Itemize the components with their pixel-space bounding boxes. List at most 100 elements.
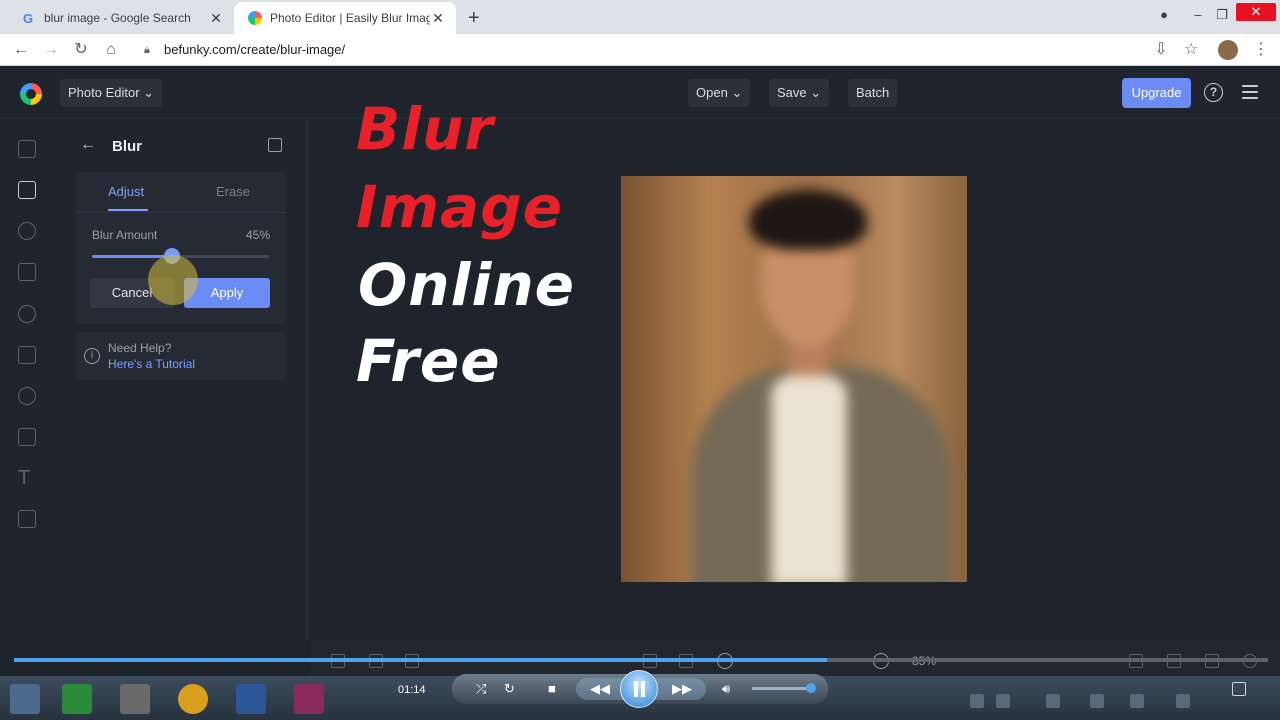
text-icon[interactable]: T	[18, 468, 36, 488]
volume-thumb[interactable]	[806, 683, 816, 693]
help-card: i Need Help? Here's a Tutorial	[76, 332, 286, 380]
word-icon[interactable]	[236, 684, 266, 714]
effects-icon[interactable]	[18, 263, 36, 281]
excel-icon[interactable]	[62, 684, 92, 714]
tab-google-search[interactable]: G blur image - Google Search ✕	[8, 2, 234, 34]
volume-icon[interactable]: 🔊︎	[722, 681, 730, 697]
eye-icon[interactable]	[18, 222, 36, 240]
play-pause-icon[interactable]	[620, 670, 658, 708]
tab-title: Photo Editor | Easily Blur Images	[270, 11, 430, 25]
video-time: 01:14	[398, 684, 426, 696]
overlay-line-blur: Blur	[356, 95, 494, 163]
home-icon[interactable]: ⌂	[100, 39, 122, 61]
new-tab-button[interactable]: +	[468, 7, 480, 30]
upgrade-button[interactable]: Upgrade	[1122, 78, 1191, 108]
open-button[interactable]: Open ⌄	[688, 79, 751, 107]
tab-erase[interactable]: Erase	[216, 184, 250, 199]
image-tool-icon[interactable]	[18, 140, 36, 158]
photo-content	[621, 176, 967, 582]
chrome-icon[interactable]	[178, 684, 208, 714]
befunky-logo[interactable]	[20, 83, 42, 105]
batch-button[interactable]: Batch	[848, 79, 898, 107]
video-progress-bar[interactable]	[14, 658, 1268, 662]
save-label: Save	[777, 85, 807, 100]
avatar[interactable]	[1218, 40, 1238, 60]
video-progress-fill	[14, 658, 827, 662]
window-close-button[interactable]: ✕	[1236, 3, 1276, 21]
chevron-down-icon: ⌄	[143, 85, 155, 100]
overlay-line-free: Free	[356, 327, 501, 395]
media-controls: ⤮ ↻ ■ ◀◀ ▶▶ 🔊︎	[452, 670, 828, 708]
back-arrow-icon[interactable]: ←	[10, 39, 32, 61]
tray-icon[interactable]	[1130, 694, 1144, 708]
close-icon[interactable]: ✕	[208, 10, 224, 27]
overlay-icon[interactable]	[18, 428, 36, 446]
volume-slider[interactable]	[752, 687, 814, 690]
cursor-highlight	[148, 255, 198, 305]
close-icon[interactable]: ✕	[430, 10, 446, 27]
texture-icon[interactable]	[18, 510, 36, 528]
start-button[interactable]	[10, 684, 40, 714]
photo-editor-menu[interactable]: Photo Editor ⌄	[60, 79, 163, 107]
reload-icon[interactable]: ↻	[70, 39, 92, 61]
batch-label: Batch	[856, 85, 890, 100]
stop-icon[interactable]: ■	[548, 681, 556, 696]
maximize-button[interactable]: ❐	[1204, 2, 1240, 30]
tray-icon[interactable]	[996, 694, 1010, 708]
app-header: Photo Editor ⌄ Open ⌄ Save ⌄ Batch Upgra…	[0, 67, 1280, 119]
photo-editor-label: Photo Editor	[68, 85, 140, 100]
address-bar: ← → ↻ ⌂ 🔒︎ befunky.com/create/blur-image…	[0, 34, 1280, 66]
media-app-icon[interactable]	[294, 684, 324, 714]
show-desktop-icon[interactable]	[1232, 682, 1246, 696]
svg-text:G: G	[23, 11, 33, 25]
url-text: befunky.com/create/blur-image/	[164, 42, 346, 57]
forward-arrow-icon[interactable]: →	[40, 39, 62, 61]
google-icon: G	[23, 11, 33, 25]
help-icon[interactable]: ?	[1204, 83, 1223, 102]
rewind-icon[interactable]: ◀◀	[590, 681, 610, 697]
tool-rail: T	[0, 120, 56, 640]
tab-adjust[interactable]: Adjust	[108, 184, 144, 199]
star-icon[interactable]: ☆	[1180, 39, 1202, 61]
paint-icon[interactable]	[120, 684, 150, 714]
edit-sliders-icon[interactable]	[18, 181, 36, 199]
info-icon: i	[84, 348, 100, 364]
screen: G blur image - Google Search ✕ Photo Edi…	[0, 0, 1280, 720]
graphics-icon[interactable]	[18, 387, 36, 405]
tab-photo-editor[interactable]: Photo Editor | Easily Blur Images ✕	[234, 2, 456, 34]
tray-icon[interactable]	[1046, 694, 1060, 708]
active-tab-indicator	[108, 209, 148, 211]
open-label: Open	[696, 85, 728, 100]
network-icon[interactable]	[1176, 694, 1190, 708]
back-arrow-icon[interactable]: ←	[80, 136, 96, 154]
overlay-line-image: Image	[356, 173, 564, 241]
palette-icon[interactable]	[18, 305, 36, 323]
help-question: Need Help?	[108, 341, 172, 355]
profile-icon[interactable]: ●	[1146, 2, 1182, 30]
kebab-menu-icon[interactable]: ⋮	[1250, 39, 1272, 61]
url-field[interactable]: 🔒︎ befunky.com/create/blur-image/	[132, 38, 1172, 62]
hamburger-menu-icon[interactable]	[1242, 85, 1258, 99]
frame-icon[interactable]	[18, 346, 36, 364]
overlay-line-online: Online	[358, 251, 575, 319]
tutorial-link[interactable]: Here's a Tutorial	[108, 357, 195, 371]
divider	[76, 212, 286, 213]
browser-tab-bar: G blur image - Google Search ✕ Photo Edi…	[0, 0, 1280, 34]
tray-icon[interactable]	[1090, 694, 1104, 708]
chevron-down-icon: ⌄	[810, 85, 822, 100]
fast-forward-icon[interactable]: ▶▶	[672, 681, 692, 697]
panel-title: Blur	[112, 138, 142, 155]
tab-title: blur image - Google Search	[44, 11, 191, 25]
blur-panel: ← Blur Adjust Erase Blur Amount 45% Canc…	[56, 120, 308, 640]
save-button[interactable]: Save ⌄	[769, 79, 830, 107]
slider-label: Blur Amount	[92, 228, 158, 242]
help-tray-icon[interactable]	[970, 694, 984, 708]
lock-icon: 🔒︎	[144, 44, 150, 56]
repeat-icon[interactable]: ↻	[504, 681, 515, 697]
shuffle-icon[interactable]: ⤮	[476, 681, 486, 697]
chevron-down-icon: ⌄	[731, 85, 743, 100]
copy-icon[interactable]	[268, 138, 282, 152]
slider-value: 45%	[245, 228, 270, 242]
blurred-photo[interactable]	[621, 176, 967, 582]
install-icon[interactable]: ⇩	[1150, 39, 1172, 61]
